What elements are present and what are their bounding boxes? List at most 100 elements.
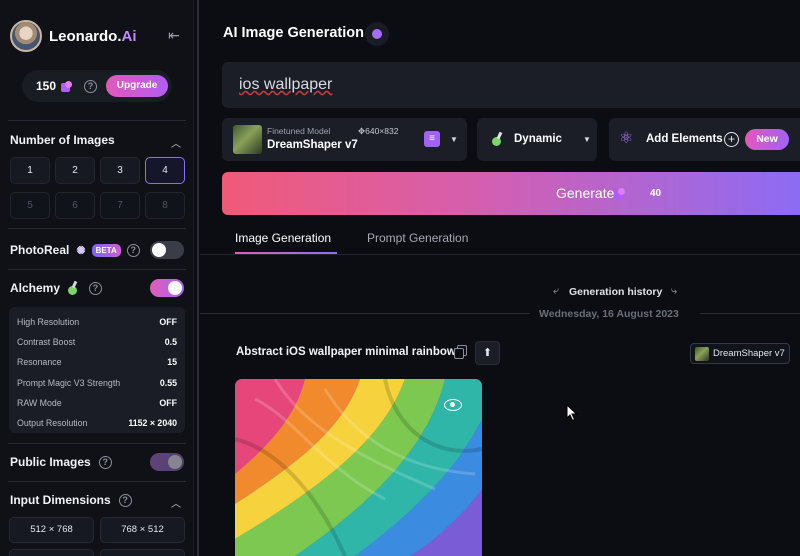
generation-title: Abstract iOS wallpaper minimal rainbow [236, 346, 456, 358]
setting-key: Resonance [17, 357, 62, 368]
add-elements-button[interactable]: ⚛ Add Elements + New [609, 118, 800, 161]
avatar[interactable] [10, 20, 42, 52]
number-of-images-title[interactable]: Number of Images [10, 133, 115, 147]
alchemy-setting-row: Prompt Magic V3 Strength 0.55 [17, 373, 177, 393]
token-icon [61, 80, 73, 92]
plus-icon[interactable]: + [724, 132, 739, 147]
dimension-option[interactable]: 768 × 512 [100, 517, 185, 543]
help-icon[interactable]: ? [126, 243, 140, 257]
public-images-toggle[interactable] [150, 453, 184, 471]
copy-icon[interactable] [454, 345, 467, 359]
model-resolution: ✥640×832 [358, 126, 399, 136]
divider [8, 120, 186, 121]
new-badge: New [745, 129, 789, 150]
photoreal-toggle[interactable] [150, 241, 184, 259]
help-icon[interactable]: ? [89, 281, 103, 295]
toggle-knob [168, 281, 182, 295]
arrow-down-left-icon: ⤶ [553, 285, 560, 297]
mouse-cursor-icon [566, 404, 578, 422]
dimension-options-more [9, 549, 185, 556]
image-count-6: 6 [55, 192, 95, 219]
toggle-knob [152, 243, 166, 257]
setting-key: Prompt Magic V3 Strength [17, 377, 121, 388]
sidebar: Leonardo.Ai ⇤ 150 ? Upgrade Number of Im… [0, 0, 194, 556]
model-thumbnail [233, 125, 262, 154]
generate-cost: 40 [650, 188, 662, 199]
alchemy-settings-panel[interactable]: High Resolution OFF Contrast Boost 0.5 Res… [9, 307, 185, 433]
reuse-prompt-button[interactable]: ⬆ [475, 341, 500, 365]
elements-label: Add Elements [646, 133, 723, 145]
page-title: AI Image Generation [223, 25, 365, 41]
divider [8, 269, 186, 270]
credits-pill: 150 ? Upgrade [22, 70, 172, 102]
caret-down-icon[interactable]: ▼ [583, 135, 591, 144]
number-of-images-label: Number of Images [10, 133, 115, 147]
dimension-option[interactable]: 512 × 768 [9, 517, 94, 543]
style-selector[interactable]: Dynamic ▼ [477, 118, 597, 161]
model-selector[interactable]: Finetuned Model ✥640×832 DreamShaper v7 … [222, 118, 467, 161]
model-thumbnail [695, 347, 709, 361]
image-count-4[interactable]: 4 [145, 157, 185, 184]
generation-history-label: Generation history [569, 286, 663, 298]
alchemy-setting-row: High Resolution OFF [17, 312, 177, 332]
prompt-text: ios wallpaper [239, 76, 333, 93]
potion-icon [492, 132, 505, 146]
dimension-option[interactable] [100, 549, 185, 556]
model-tag-label: DreamShaper v7 [713, 348, 785, 359]
help-icon[interactable]: ? [98, 455, 112, 469]
alchemy-row: Alchemy ? [10, 281, 103, 295]
eye-icon[interactable] [444, 399, 462, 411]
image-count-1[interactable]: 1 [10, 157, 50, 184]
app-root: Leonardo.Ai ⇤ 150 ? Upgrade Number of Im… [0, 0, 800, 556]
tab-prompt-generation[interactable]: Prompt Generation [367, 231, 468, 245]
setting-value: 0.55 [159, 377, 177, 388]
caret-down-icon[interactable]: ▼ [450, 135, 458, 144]
help-icon[interactable]: ? [84, 79, 98, 93]
style-label: Dynamic [514, 133, 562, 145]
divider [8, 443, 186, 444]
input-dimensions-label: Input Dimensions [10, 493, 111, 507]
image-count-2[interactable]: 2 [55, 157, 95, 184]
generate-label: Generate [556, 185, 615, 201]
help-icon[interactable]: ? [118, 493, 132, 507]
divider [8, 481, 186, 482]
beta-badge: BETA [91, 243, 121, 257]
setting-value: 15 [167, 357, 177, 368]
brand[interactable]: Leonardo.Ai [10, 20, 137, 52]
number-of-images-grid: 1 2 3 4 5 6 7 8 [10, 157, 185, 219]
photoreal-row: PhotoReal ✺ BETA ? [10, 243, 140, 257]
dimension-option[interactable] [9, 549, 94, 556]
status-dot-icon[interactable] [365, 22, 389, 46]
tab-image-generation[interactable]: Image Generation [235, 231, 331, 245]
alchemy-setting-row: Resonance 15 [17, 352, 177, 372]
tabs-divider [200, 254, 800, 255]
sidebar-border [197, 0, 199, 556]
photoreal-sparkle-icon: ✺ [76, 244, 86, 257]
setting-key: Contrast Boost [17, 337, 76, 348]
image-count-3[interactable]: 3 [100, 157, 140, 184]
brand-name-main: Leonardo. [49, 27, 122, 45]
collapse-sidebar-icon[interactable]: ⇤ [165, 27, 183, 43]
dimension-options: 512 × 768 768 × 512 [9, 517, 185, 543]
input-dimensions-row[interactable]: Input Dimensions ? [10, 493, 132, 507]
image-count-5: 5 [10, 192, 50, 219]
public-images-label: Public Images [10, 455, 91, 469]
potion-icon [67, 281, 79, 295]
alchemy-setting-row: RAW Mode OFF [17, 393, 177, 413]
alchemy-toggle[interactable] [150, 279, 184, 297]
image-count-8: 8 [145, 192, 185, 219]
model-info-icon[interactable]: ≡ [424, 131, 440, 147]
token-icon [614, 188, 625, 199]
prompt-input[interactable]: ios wallpaper [222, 62, 800, 108]
brand-name: Leonardo.Ai [49, 28, 137, 45]
divider [8, 228, 186, 229]
alchemy-setting-row: Output Resolution 1152 × 2040 [17, 413, 177, 433]
chevron-up-icon[interactable]: ︿ [171, 495, 181, 510]
alchemy-setting-row: Contrast Boost 0.5 [17, 332, 177, 352]
date-divider [200, 313, 530, 314]
photoreal-label: PhotoReal [10, 243, 70, 257]
generate-button[interactable]: Generate [222, 172, 800, 215]
upgrade-button[interactable]: Upgrade [106, 75, 169, 97]
public-images-row: Public Images ? [10, 455, 112, 469]
chevron-up-icon[interactable]: ︿ [171, 135, 181, 150]
